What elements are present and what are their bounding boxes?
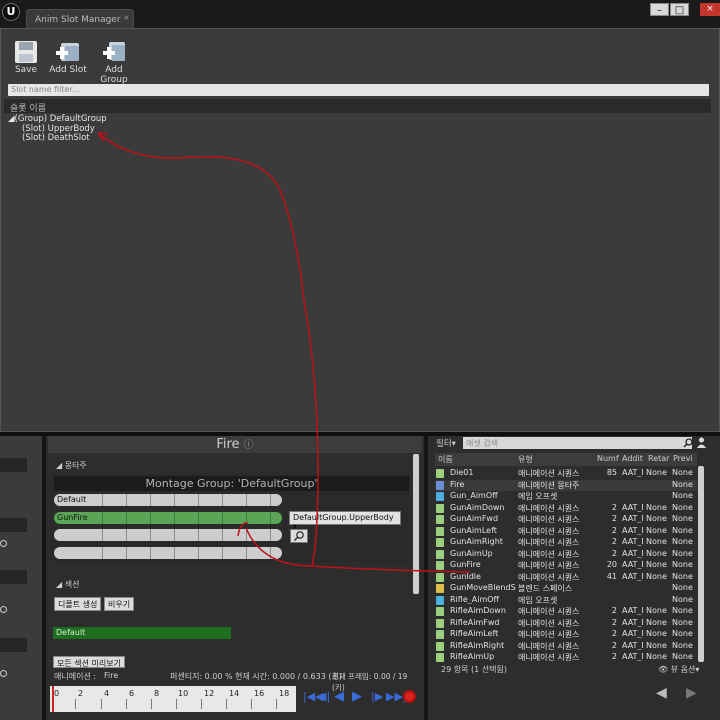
red-annotation-arrow	[97, 132, 471, 573]
